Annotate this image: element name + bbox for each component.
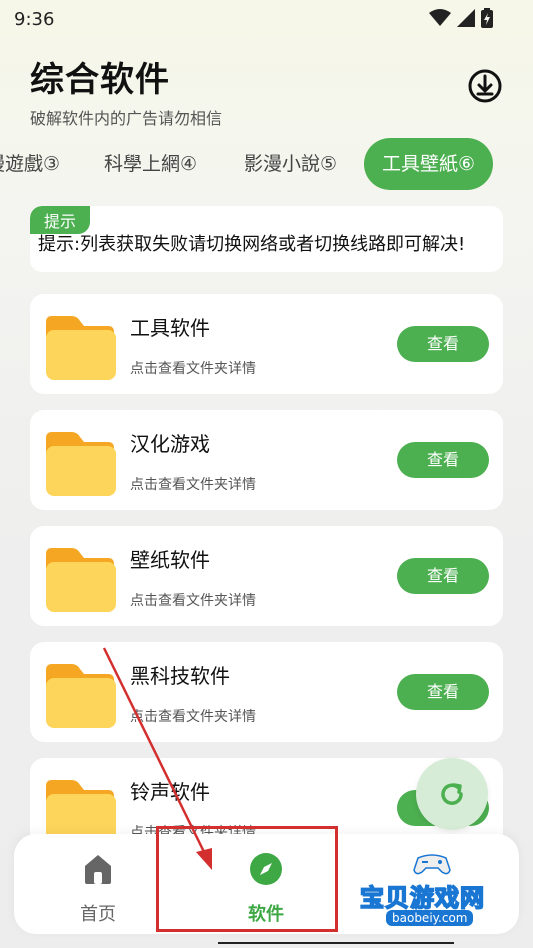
tab-vpn[interactable]: 科學上網④ — [104, 138, 197, 190]
signal-icon — [457, 9, 475, 27]
folder-card[interactable]: 汉化游戏 点击查看文件夹详情 查看 — [30, 410, 503, 510]
tab-games[interactable]: 漫遊戲③ — [0, 138, 60, 190]
home-icon — [85, 855, 111, 884]
status-icons — [429, 8, 493, 28]
download-button[interactable] — [467, 68, 503, 104]
folder-title: 工具软件 — [130, 316, 210, 340]
folder-icon — [46, 432, 116, 496]
folder-subtitle: 点击查看文件夹详情 — [130, 593, 256, 609]
tab-tools-wallpapers[interactable]: 工具壁紙⑥ — [364, 138, 494, 190]
folder-card[interactable]: 黑科技软件 点击查看文件夹详情 查看 — [30, 642, 503, 742]
download-icon — [468, 69, 502, 103]
wifi-icon — [429, 9, 451, 26]
folder-title: 黑科技软件 — [130, 664, 230, 688]
nav-software-label: 软件 — [248, 904, 284, 925]
folder-subtitle: 点击查看文件夹详情 — [130, 477, 256, 493]
notice-card: 提示 提示:列表获取失败请切换网络或者切换线路即可解决! — [30, 206, 503, 272]
view-button[interactable]: 查看 — [397, 674, 489, 710]
folder-icon — [46, 664, 116, 728]
category-tabs: 漫遊戲③ 科學上網④ 影漫小說⑤ 工具壁紙⑥ — [0, 138, 533, 192]
view-button[interactable]: 查看 — [397, 558, 489, 594]
folder-icon — [46, 316, 116, 380]
nav-software[interactable]: 软件 — [196, 834, 336, 934]
folder-subtitle: 点击查看文件夹详情 — [130, 361, 256, 377]
nav-home[interactable]: 首页 — [28, 834, 168, 934]
folder-title: 壁纸软件 — [130, 548, 210, 572]
page-title: 综合软件 — [30, 60, 170, 100]
status-bar: 9:36 — [0, 0, 533, 38]
view-button[interactable]: 查看 — [397, 442, 489, 478]
folder-card[interactable]: 工具软件 点击查看文件夹详情 查看 — [30, 294, 503, 394]
refresh-icon — [441, 783, 463, 805]
folder-card[interactable]: 壁纸软件 点击查看文件夹详情 查看 — [30, 526, 503, 626]
refresh-button[interactable] — [416, 758, 488, 830]
folder-title: 铃声软件 — [130, 780, 210, 804]
bottom-nav: 首页 软件 — [14, 834, 519, 934]
battery-icon — [481, 8, 493, 28]
notice-text: 提示:列表获取失败请切换网络或者切换线路即可解决! — [38, 234, 466, 255]
page-header: 综合软件 破解软件内的广告请勿相信 — [30, 52, 222, 129]
folder-icon — [46, 548, 116, 612]
view-button[interactable]: 查看 — [397, 326, 489, 362]
status-time: 9:36 — [14, 8, 55, 30]
compass-icon — [250, 853, 282, 885]
page-subtitle: 破解软件内的广告请勿相信 — [30, 109, 223, 128]
nav-home-label: 首页 — [80, 904, 116, 925]
tab-anime-novels[interactable]: 影漫小說⑤ — [244, 138, 337, 190]
folder-subtitle: 点击查看文件夹详情 — [130, 709, 256, 725]
home-indicator — [218, 942, 454, 944]
folder-title: 汉化游戏 — [130, 432, 210, 456]
